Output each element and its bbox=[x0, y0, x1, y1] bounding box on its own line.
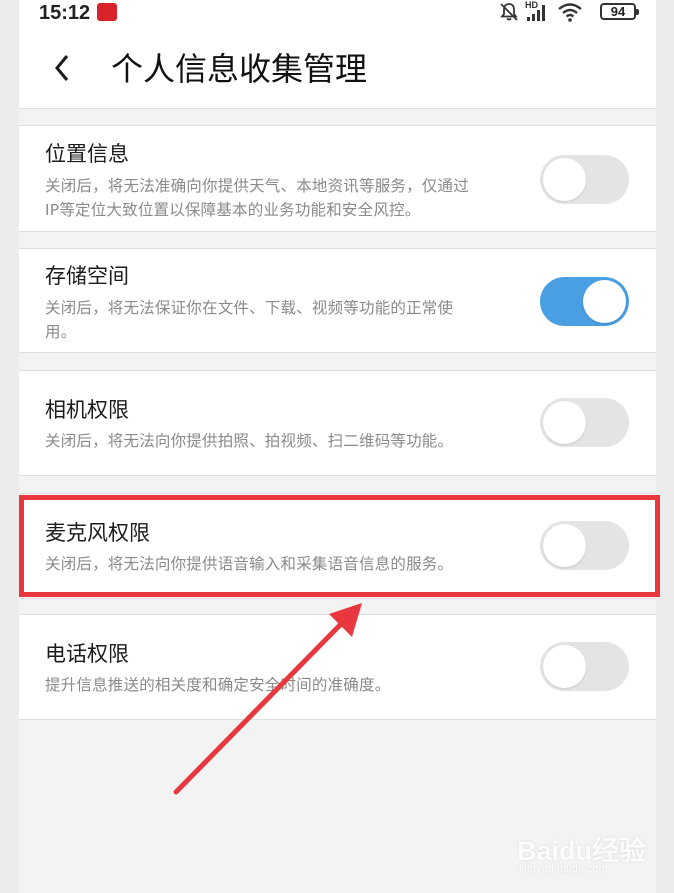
phone-toggle[interactable] bbox=[540, 642, 629, 691]
permission-card-location: 位置信息 关闭后，将无法准确向你提供天气、本地资讯等服务，仅通过 IP等定位大致… bbox=[19, 125, 656, 232]
signal-icon bbox=[527, 5, 545, 21]
app-notification-icon bbox=[97, 3, 117, 21]
status-time: 15:12 bbox=[39, 2, 91, 24]
status-bar: 15:12 HD 94 bbox=[19, 0, 656, 30]
toggle-knob bbox=[543, 524, 586, 567]
battery-icon: 94 bbox=[600, 3, 639, 20]
back-button[interactable] bbox=[49, 50, 79, 86]
permission-description: 关闭后，将无法向你提供语音输入和采集语音信息的服务。 bbox=[45, 552, 525, 576]
chevron-left-icon bbox=[55, 55, 69, 81]
toggle-knob bbox=[543, 401, 586, 444]
wifi-icon bbox=[558, 3, 582, 22]
permission-description: 关闭后，将无法保证你在文件、下载、视频等功能的正常使 用。 bbox=[45, 296, 525, 344]
description-line: 关闭后，将无法准确向你提供天气、本地资讯等服务，仅通过 bbox=[45, 177, 469, 195]
permission-title: 相机权限 bbox=[45, 398, 129, 422]
location-toggle[interactable] bbox=[540, 155, 629, 204]
phone-screen: 15:12 HD 94 个人信息收集管理 位置信息 关闭后，将无法准确向你提供天… bbox=[19, 0, 656, 893]
microphone-toggle[interactable] bbox=[540, 521, 629, 570]
toggle-knob bbox=[543, 645, 586, 688]
toggle-knob bbox=[543, 158, 586, 201]
camera-toggle[interactable] bbox=[540, 398, 629, 447]
permission-title: 位置信息 bbox=[45, 142, 129, 166]
toggle-knob bbox=[583, 280, 626, 323]
page-title: 个人信息收集管理 bbox=[111, 50, 368, 88]
description-line: 提升信息推送的相关度和确定安全时间的准确度。 bbox=[45, 676, 391, 694]
permission-title: 存储空间 bbox=[45, 264, 129, 288]
app-bar: 个人信息收集管理 bbox=[19, 30, 656, 109]
description-line: 用。 bbox=[45, 323, 77, 341]
permission-description: 关闭后，将无法向你提供拍照、拍视频、扫二维码等功能。 bbox=[45, 429, 525, 453]
permission-description: 关闭后，将无法准确向你提供天气、本地资讯等服务，仅通过 IP等定位大致位置以保障… bbox=[45, 174, 525, 222]
description-line: 关闭后，将无法向你提供拍照、拍视频、扫二维码等功能。 bbox=[45, 432, 454, 450]
description-line: 关闭后，将无法向你提供语音输入和采集语音信息的服务。 bbox=[45, 555, 454, 573]
storage-toggle[interactable] bbox=[540, 277, 629, 326]
permission-card-storage: 存储空间 关闭后，将无法保证你在文件、下载、视频等功能的正常使 用。 bbox=[19, 248, 656, 353]
permission-card-phone: 电话权限 提升信息推送的相关度和确定安全时间的准确度。 bbox=[19, 614, 656, 720]
description-line: IP等定位大致位置以保障基本的业务功能和安全风控。 bbox=[45, 201, 421, 219]
permission-card-microphone: 麦克风权限 关闭后，将无法向你提供语音输入和采集语音信息的服务。 bbox=[19, 493, 656, 599]
permission-title: 电话权限 bbox=[45, 642, 129, 666]
permission-card-camera: 相机权限 关闭后，将无法向你提供拍照、拍视频、扫二维码等功能。 bbox=[19, 370, 656, 476]
permission-title: 麦克风权限 bbox=[45, 521, 150, 545]
description-line: 关闭后，将无法保证你在文件、下载、视频等功能的正常使 bbox=[45, 299, 454, 317]
permission-description: 提升信息推送的相关度和确定安全时间的准确度。 bbox=[45, 673, 525, 697]
mute-bell-icon bbox=[500, 3, 518, 21]
